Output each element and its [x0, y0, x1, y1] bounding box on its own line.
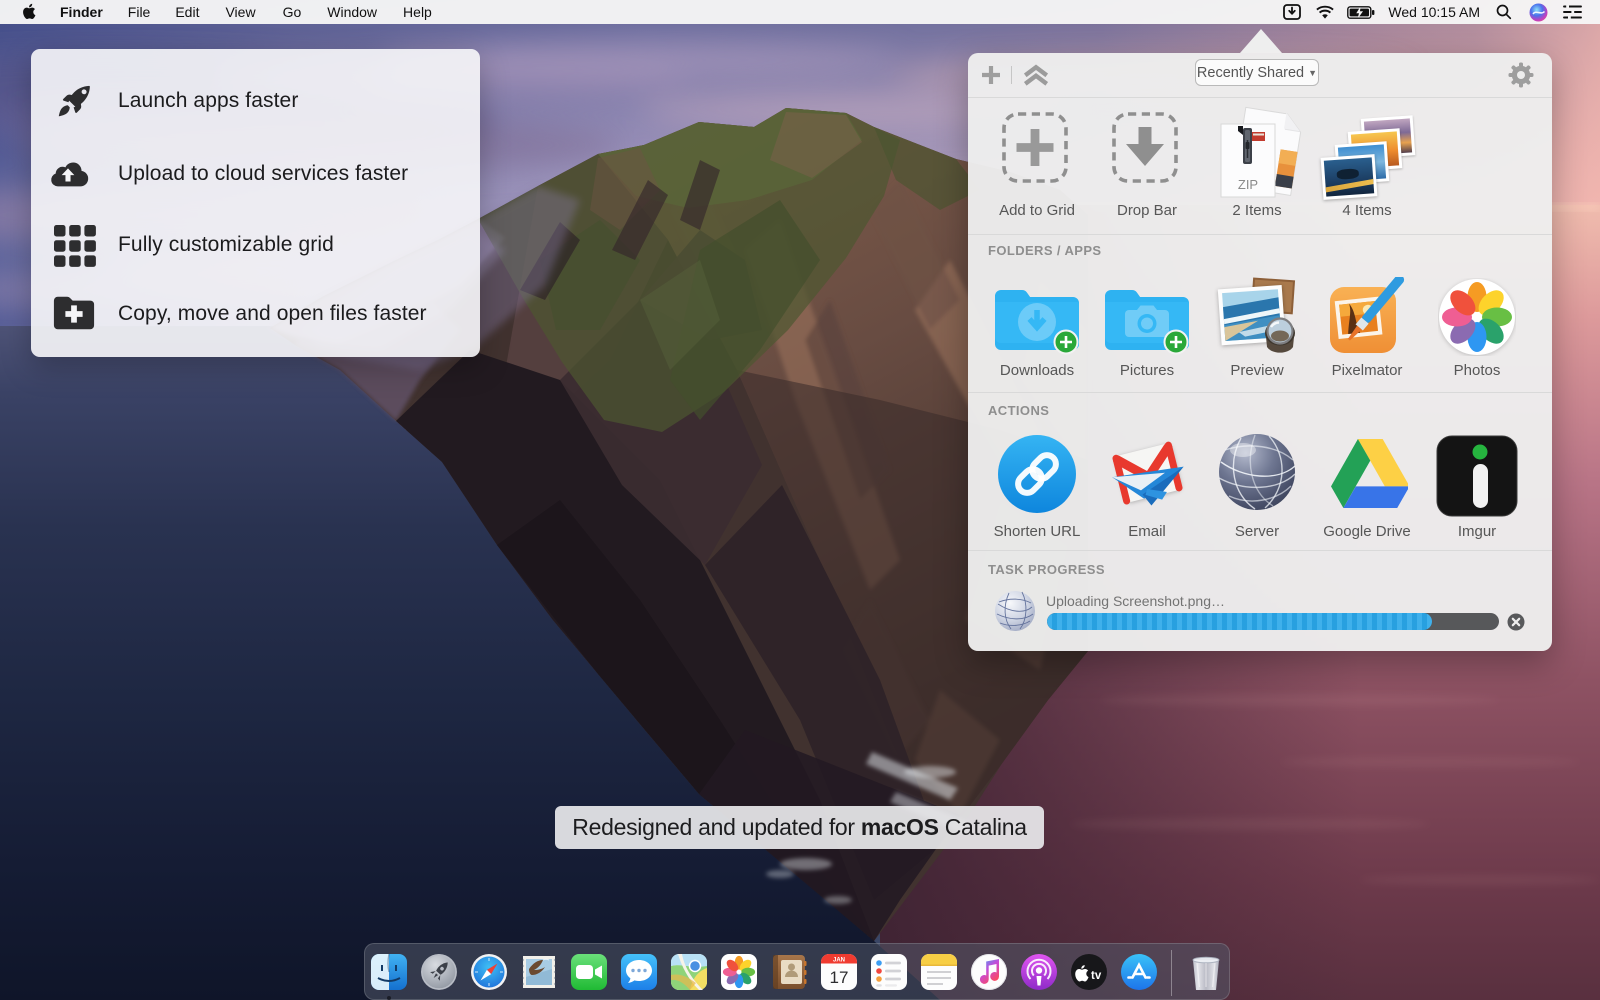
- svg-text:tv: tv: [1091, 970, 1102, 982]
- svg-text:17: 17: [830, 968, 849, 987]
- svg-text:ZIP: ZIP: [1238, 177, 1258, 192]
- svg-text:JAN: JAN: [833, 958, 845, 964]
